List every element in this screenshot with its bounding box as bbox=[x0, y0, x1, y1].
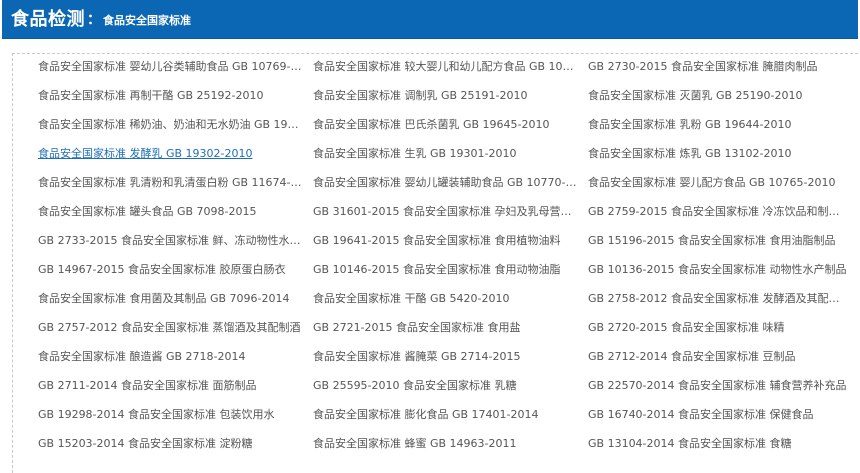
standard-link[interactable]: 食品安全国家标准 罐头食品 GB 7098-2015 bbox=[38, 203, 313, 232]
standard-link[interactable]: 食品安全国家标准 膨化食品 GB 17401-2014 bbox=[313, 406, 588, 435]
section-subtitle: 食品安全国家标准 bbox=[103, 14, 191, 27]
standard-link[interactable]: 食品安全国家标准 炼乳 GB 13102-2010 bbox=[588, 145, 858, 174]
standard-link[interactable]: 食品安全国家标准 食用菌及其制品 GB 7096-2014 bbox=[38, 290, 313, 319]
standard-link[interactable]: 食品安全国家标准 稀奶油、奶油和无水奶油 GB 19… bbox=[38, 116, 313, 145]
standard-link[interactable]: GB 2758-2012 食品安全国家标准 发酵酒及其配制酒 bbox=[588, 290, 858, 319]
standard-link[interactable]: 食品安全国家标准 婴幼儿谷类辅助食品 GB 10769-… bbox=[38, 58, 313, 87]
standard-link[interactable]: GB 2730-2015 食品安全国家标准 腌腊肉制品 bbox=[588, 58, 858, 87]
standard-link[interactable]: GB 2711-2014 食品安全国家标准 面筋制品 bbox=[38, 377, 313, 406]
standard-link[interactable]: 食品安全国家标准 再制干酪 GB 25192-2010 bbox=[38, 87, 313, 116]
standard-link[interactable]: 食品安全国家标准 蜂蜜 GB 14963-2011 bbox=[313, 435, 588, 464]
standard-link[interactable]: 食品安全国家标准 生乳 GB 19301-2010 bbox=[313, 145, 588, 174]
standard-link[interactable]: GB 19298-2014 食品安全国家标准 包装饮用水 bbox=[38, 406, 313, 435]
title-separator: ： bbox=[87, 12, 101, 28]
standard-link[interactable]: GB 22570-2014 食品安全国家标准 辅食营养补充品 bbox=[588, 377, 858, 406]
standard-link[interactable]: 食品安全国家标准 酱腌菜 GB 2714-2015 bbox=[313, 348, 588, 377]
section-header: 食品检测 ： 食品安全国家标准 bbox=[2, 0, 858, 39]
standard-link[interactable]: GB 16740-2014 食品安全国家标准 保健食品 bbox=[588, 406, 858, 435]
standard-link[interactable]: 食品安全国家标准 婴幼儿罐装辅助食品 GB 10770-… bbox=[313, 174, 588, 203]
standard-link[interactable]: GB 10146-2015 食品安全国家标准 食用动物油脂 bbox=[313, 261, 588, 290]
standards-link-grid: 食品安全国家标准 婴幼儿谷类辅助食品 GB 10769-… 食品安全国家标准 较大… bbox=[38, 58, 858, 464]
standard-link[interactable]: GB 10136-2015 食品安全国家标准 动物性水产制品 bbox=[588, 261, 858, 290]
standard-link[interactable]: GB 14967-2015 食品安全国家标准 胶原蛋白肠衣 bbox=[38, 261, 313, 290]
standard-link[interactable]: GB 15196-2015 食品安全国家标准 食用油脂制品 bbox=[588, 232, 858, 261]
standard-link[interactable]: 食品安全国家标准 乳清粉和乳清蛋白粉 GB 11674-… bbox=[38, 174, 313, 203]
standard-link[interactable]: GB 2721-2015 食品安全国家标准 食用盐 bbox=[313, 319, 588, 348]
standard-link[interactable]: 食品安全国家标准 干酪 GB 5420-2010 bbox=[313, 290, 588, 319]
section-title: 食品检测 bbox=[11, 9, 85, 30]
standard-link[interactable]: GB 13104-2014 食品安全国家标准 食糖 bbox=[588, 435, 858, 464]
standard-link[interactable]: GB 2712-2014 食品安全国家标准 豆制品 bbox=[588, 348, 858, 377]
standard-link[interactable]: GB 31601-2015 食品安全国家标准 孕妇及乳母营… bbox=[313, 203, 588, 232]
standard-link[interactable]: 食品安全国家标准 较大婴儿和幼儿配方食品 GB 10… bbox=[313, 58, 588, 87]
standard-link[interactable]: GB 15203-2014 食品安全国家标准 淀粉糖 bbox=[38, 435, 313, 464]
standard-link[interactable]: 食品安全国家标准 酿造酱 GB 2718-2014 bbox=[38, 348, 313, 377]
standard-link[interactable]: 食品安全国家标准 调制乳 GB 25191-2010 bbox=[313, 87, 588, 116]
standard-link[interactable]: 食品安全国家标准 巴氏杀菌乳 GB 19645-2010 bbox=[313, 116, 588, 145]
standard-link[interactable]: 食品安全国家标准 灭菌乳 GB 25190-2010 bbox=[588, 87, 858, 116]
standard-link[interactable]: 食品安全国家标准 乳粉 GB 19644-2010 bbox=[588, 116, 858, 145]
standard-link[interactable]: 食品安全国家标准 婴儿配方食品 GB 10765-2010 bbox=[588, 174, 858, 203]
standard-link[interactable]: GB 25595-2010 食品安全国家标准 乳糖 bbox=[313, 377, 588, 406]
standard-link[interactable]: 食品安全国家标准 发酵乳 GB 19302-2010 bbox=[38, 145, 313, 174]
standard-link[interactable]: GB 2759-2015 食品安全国家标准 冷冻饮品和制作料 bbox=[588, 203, 858, 232]
standard-link[interactable]: GB 2733-2015 食品安全国家标准 鲜、冻动物性水… bbox=[38, 232, 313, 261]
standard-link[interactable]: GB 2720-2015 食品安全国家标准 味精 bbox=[588, 319, 858, 348]
standard-link[interactable]: GB 19641-2015 食品安全国家标准 食用植物油料 bbox=[313, 232, 588, 261]
standard-link[interactable]: GB 2757-2012 食品安全国家标准 蒸馏酒及其配制酒 bbox=[38, 319, 313, 348]
